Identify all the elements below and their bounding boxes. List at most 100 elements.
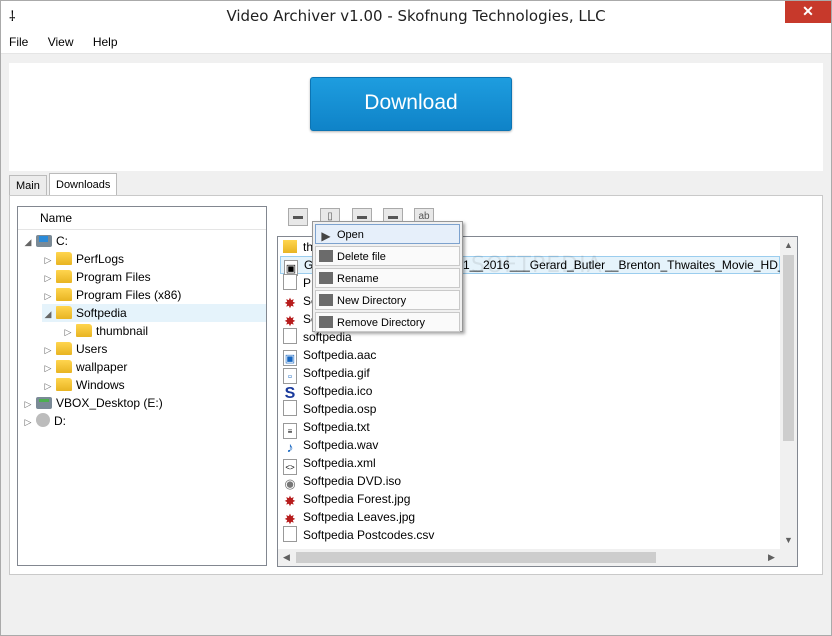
tree-item-label: Program Files (x86) bbox=[76, 288, 182, 302]
context-menu: ▶ Open Delete file Rename New Directory R… bbox=[312, 221, 463, 332]
file-item[interactable]: Softpedia.osp bbox=[280, 400, 780, 418]
folder-icon bbox=[56, 306, 72, 319]
horizontal-scrollbar[interactable]: ◀ ▶ bbox=[278, 549, 797, 566]
scroll-up-icon[interactable]: ▲ bbox=[780, 237, 797, 254]
context-remove-directory[interactable]: Remove Directory bbox=[315, 312, 460, 332]
context-delete-file[interactable]: Delete file bbox=[315, 246, 460, 266]
file-item[interactable]: S Softpedia.ico bbox=[280, 382, 780, 402]
close-button[interactable]: ✕ bbox=[785, 1, 831, 23]
folder-icon bbox=[56, 342, 72, 355]
file-name: Softpedia.txt bbox=[303, 420, 370, 434]
context-open-label: Open bbox=[337, 229, 364, 241]
file-name: Softpedia.aac bbox=[303, 348, 377, 362]
image-file-icon: ✸ bbox=[284, 511, 296, 527]
tree-item-softpedia[interactable]: ◢ Softpedia bbox=[42, 304, 266, 322]
tree-item-label: PerfLogs bbox=[76, 252, 125, 266]
window-title: Video Archiver v1.00 - Skofnung Technolo… bbox=[226, 7, 606, 25]
file-name: Softpedia.osp bbox=[303, 402, 377, 416]
folder-icon bbox=[56, 270, 72, 283]
tab-downloads[interactable]: Downloads bbox=[49, 173, 118, 196]
folder-icon bbox=[56, 360, 72, 373]
expand-icon[interactable]: ▷ bbox=[22, 395, 34, 413]
file-item[interactable]: ▫ Softpedia.gif bbox=[280, 364, 780, 384]
tab-main[interactable]: Main bbox=[9, 175, 47, 196]
softpedia-watermark: SOFTPEDIA bbox=[471, 253, 603, 278]
tree-item-label: C: bbox=[56, 234, 68, 248]
folder-icon bbox=[76, 324, 92, 337]
rename-icon bbox=[319, 272, 333, 284]
tree-item-label: D: bbox=[54, 414, 66, 428]
tree-item-label: thumbnail bbox=[96, 324, 149, 338]
file-item[interactable]: ♪ Softpedia.wav bbox=[280, 436, 780, 455]
file-item[interactable]: ◉ Softpedia DVD.iso bbox=[280, 472, 780, 491]
tree-item-d[interactable]: ▷ D: bbox=[22, 412, 66, 430]
file-item[interactable]: ≡ Softpedia.txt bbox=[280, 418, 780, 439]
vertical-scrollbar[interactable]: ▲ ▼ bbox=[780, 237, 797, 549]
file-icon bbox=[283, 526, 297, 542]
file-item[interactable]: ✸ Softpedia Forest.jpg bbox=[280, 490, 780, 509]
expand-icon[interactable]: ▷ bbox=[62, 323, 74, 341]
image-file-icon: ✸ bbox=[284, 295, 296, 311]
menu-file[interactable]: File bbox=[1, 31, 36, 53]
context-new-directory-label: New Directory bbox=[337, 295, 407, 307]
windows-drive-icon bbox=[36, 235, 52, 247]
expand-icon[interactable]: ▷ bbox=[42, 359, 54, 377]
context-open[interactable]: ▶ Open bbox=[315, 224, 460, 244]
tree-item-thumbnail[interactable]: ▷ thumbnail bbox=[62, 322, 148, 340]
trash-icon bbox=[319, 250, 333, 262]
folder-icon bbox=[56, 252, 72, 265]
tree-item-label: Softpedia bbox=[76, 306, 127, 320]
remove-folder-icon bbox=[319, 316, 333, 328]
new-folder-icon bbox=[319, 294, 333, 306]
tree-item-c[interactable]: ◢ C: bbox=[22, 232, 68, 250]
image-file-icon: ✸ bbox=[284, 313, 296, 329]
tree-item-program-files-x86[interactable]: ▷ Program Files (x86) bbox=[42, 286, 181, 304]
vertical-scroll-thumb[interactable] bbox=[783, 255, 794, 441]
file-name: P bbox=[303, 276, 312, 290]
scroll-right-icon[interactable]: ▶ bbox=[763, 549, 780, 566]
folder-icon bbox=[56, 288, 72, 301]
expand-icon[interactable]: ▷ bbox=[42, 269, 54, 287]
menu-view[interactable]: View bbox=[40, 31, 82, 53]
tree-item-program-files[interactable]: ▷ Program Files bbox=[42, 268, 151, 286]
tree-header-name[interactable]: Name bbox=[18, 207, 266, 230]
folder-tree[interactable]: Name ◢ C: ▷ PerfLogs ▷ Program Files ▷ Progr… bbox=[17, 206, 267, 566]
file-name: Softpedia.gif bbox=[303, 366, 370, 380]
open-folder-icon[interactable]: ▬ bbox=[288, 208, 308, 226]
collapse-icon[interactable]: ◢ bbox=[22, 233, 34, 251]
scroll-left-icon[interactable]: ◀ bbox=[278, 549, 295, 566]
tree-item-windows[interactable]: ▷ Windows bbox=[42, 376, 125, 394]
file-item[interactable]: Softpedia Postcodes.csv bbox=[280, 526, 780, 544]
file-name: Softpedia DVD.iso bbox=[303, 474, 402, 488]
file-icon bbox=[283, 400, 297, 416]
file-name: Softpedia Leaves.jpg bbox=[303, 510, 416, 524]
expand-icon[interactable]: ▷ bbox=[42, 251, 54, 269]
network-drive-icon bbox=[36, 397, 52, 409]
context-remove-directory-label: Remove Directory bbox=[337, 317, 426, 329]
expand-icon[interactable]: ▷ bbox=[42, 341, 54, 359]
context-rename[interactable]: Rename bbox=[315, 268, 460, 288]
context-new-directory[interactable]: New Directory bbox=[315, 290, 460, 310]
context-delete-label: Delete file bbox=[337, 251, 386, 263]
tree-item-users[interactable]: ▷ Users bbox=[42, 340, 107, 358]
play-icon: ▶ bbox=[321, 229, 331, 243]
horizontal-scroll-thumb[interactable] bbox=[296, 552, 656, 563]
tree-item-vbox-desktop[interactable]: ▷ VBOX_Desktop (E:) bbox=[22, 394, 163, 412]
file-name: Softpedia Forest.jpg bbox=[303, 492, 411, 506]
tree-item-wallpaper[interactable]: ▷ wallpaper bbox=[42, 358, 127, 376]
download-button[interactable]: Download bbox=[310, 77, 512, 131]
collapse-icon[interactable]: ◢ bbox=[42, 305, 54, 323]
menu-help[interactable]: Help bbox=[85, 31, 126, 53]
file-name: Softpedia.xml bbox=[303, 456, 376, 470]
file-item[interactable]: <> Softpedia.xml bbox=[280, 454, 780, 475]
tree-item-label: Users bbox=[76, 342, 108, 356]
expand-icon[interactable]: ▷ bbox=[42, 287, 54, 305]
expand-icon[interactable]: ▷ bbox=[42, 377, 54, 395]
expand-icon[interactable]: ▷ bbox=[22, 413, 34, 431]
file-item[interactable]: ✸ Softpedia Leaves.jpg bbox=[280, 508, 780, 527]
file-item[interactable]: ▣ Softpedia.aac bbox=[280, 346, 780, 366]
tree-item-perflogs[interactable]: ▷ PerfLogs bbox=[42, 250, 124, 268]
scroll-down-icon[interactable]: ▼ bbox=[780, 532, 797, 549]
file-icon bbox=[283, 274, 297, 290]
file-name: Softpedia.wav bbox=[303, 438, 379, 452]
